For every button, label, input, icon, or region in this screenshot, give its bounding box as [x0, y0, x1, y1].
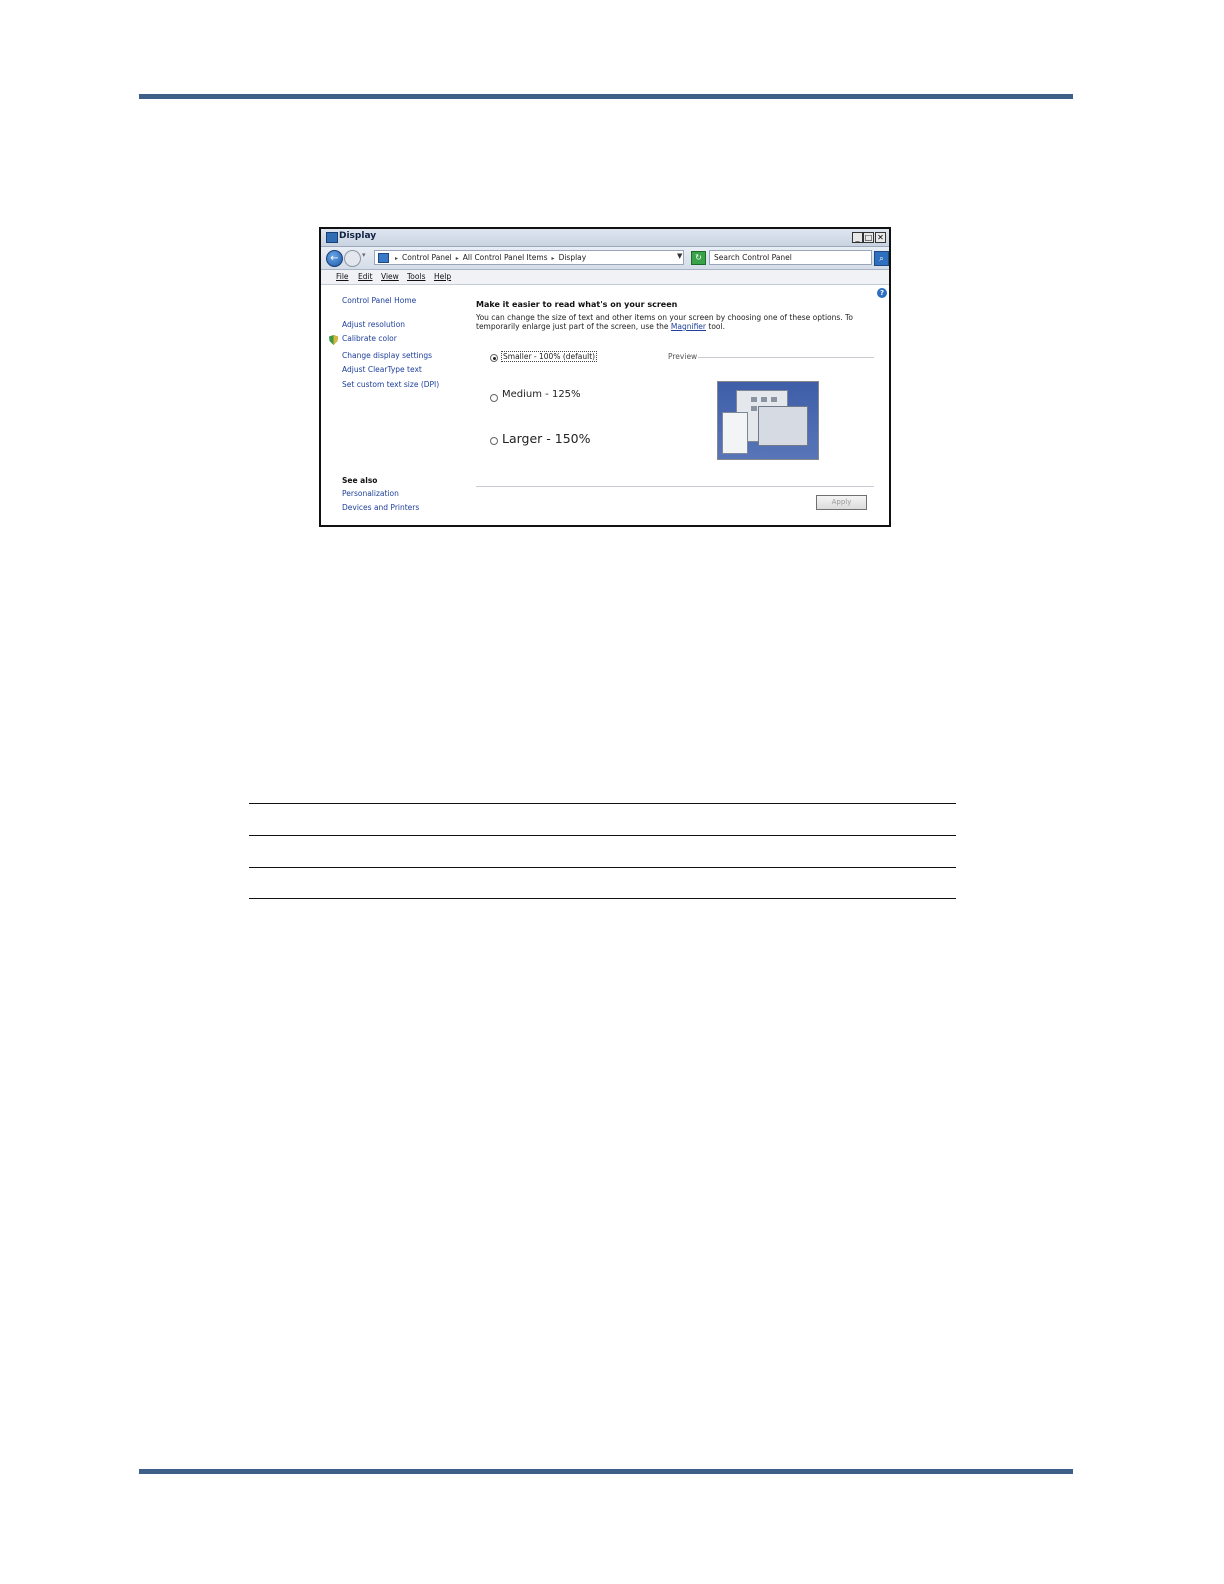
table-rule: [249, 835, 956, 836]
sidebar-item-adjust-cleartype[interactable]: Adjust ClearType text: [342, 365, 422, 374]
see-also-heading: See also: [342, 476, 378, 485]
table-rule: [249, 898, 956, 899]
sidebar-item-devices-and-printers[interactable]: Devices and Printers: [342, 503, 419, 512]
maximize-button[interactable]: □: [863, 232, 874, 243]
menu-tools[interactable]: Tools: [407, 272, 425, 281]
sidebar-item-change-display-settings[interactable]: Change display settings: [342, 351, 432, 360]
title-bar: Display _ □ ✕: [321, 229, 889, 247]
description-text-end: tool.: [706, 322, 725, 331]
sidebar-item-personalization[interactable]: Personalization: [342, 489, 399, 498]
preview-image: [717, 381, 819, 460]
search-icon[interactable]: ⌕: [874, 251, 889, 266]
menu-view[interactable]: View: [381, 272, 399, 281]
breadcrumb-arrow-icon[interactable]: ▸: [456, 255, 459, 262]
radio-smaller[interactable]: [490, 354, 498, 362]
breadcrumb-item-all-items[interactable]: All Control Panel Items: [463, 253, 548, 262]
search-input[interactable]: Search Control Panel: [709, 250, 872, 265]
page-header-rule: [139, 94, 1073, 99]
sidebar-item-adjust-resolution[interactable]: Adjust resolution: [342, 320, 405, 329]
table-rule: [249, 867, 956, 868]
menu-bar: File Edit View Tools Help: [321, 270, 889, 285]
recent-pages-dropdown-icon[interactable]: ▾: [362, 251, 366, 259]
radio-label-smaller[interactable]: Smaller - 100% (default): [501, 351, 598, 362]
breadcrumb-arrow-icon[interactable]: ▸: [395, 255, 398, 262]
help-icon[interactable]: ?: [877, 288, 887, 298]
magnifier-link[interactable]: Magnifier: [671, 322, 706, 331]
footer-divider: [476, 486, 874, 487]
sidebar-item-custom-text-size[interactable]: Set custom text size (DPI): [342, 380, 439, 389]
control-panel-icon: [378, 253, 389, 263]
sidebar-item-calibrate-color[interactable]: Calibrate color: [342, 334, 397, 343]
apply-button[interactable]: Apply: [816, 495, 867, 510]
radio-medium[interactable]: [490, 394, 498, 402]
display-settings-content: Control Panel Home Adjust resolution Cal…: [321, 285, 889, 525]
breadcrumb[interactable]: ▸ Control Panel ▸ All Control Panel Items ▸ D…: [374, 250, 684, 265]
display-app-icon: [326, 232, 338, 243]
menu-file[interactable]: File: [336, 272, 349, 281]
address-dropdown-icon[interactable]: ▼: [677, 252, 682, 260]
refresh-button[interactable]: ↻: [691, 251, 706, 265]
menu-edit[interactable]: Edit: [358, 272, 373, 281]
breadcrumb-item-control-panel[interactable]: Control Panel: [402, 253, 452, 262]
display-window: Display _ □ ✕ ← ▾ ▸ Control Panel ▸ All Con…: [319, 227, 891, 527]
window-title: Display: [339, 231, 377, 241]
breadcrumb-item-display[interactable]: Display: [559, 253, 587, 262]
radio-label-larger[interactable]: Larger - 150%: [502, 431, 591, 446]
minimize-button[interactable]: _: [852, 232, 863, 243]
page-footer-rule: [139, 1469, 1073, 1474]
sidebar-item-control-panel-home[interactable]: Control Panel Home: [342, 296, 416, 305]
back-button[interactable]: ←: [326, 250, 343, 267]
description-text: You can change the size of text and othe…: [476, 313, 853, 331]
table-rule: [249, 803, 956, 804]
preview-side-panel: [722, 412, 748, 454]
forward-button[interactable]: [344, 250, 361, 267]
radio-label-medium[interactable]: Medium - 125%: [502, 389, 581, 400]
preview-window-front: [758, 406, 808, 446]
close-button[interactable]: ✕: [875, 232, 886, 243]
preview-divider: [698, 357, 874, 358]
shield-icon: [329, 335, 338, 345]
breadcrumb-arrow-icon[interactable]: ▸: [552, 255, 555, 262]
menu-help[interactable]: Help: [434, 272, 451, 281]
preview-label: Preview: [668, 352, 698, 361]
radio-larger[interactable]: [490, 437, 498, 445]
page-description: You can change the size of text and othe…: [476, 313, 871, 331]
page-title: Make it easier to read what's on your sc…: [476, 300, 678, 309]
address-bar: ← ▾ ▸ Control Panel ▸ All Control Panel Ite…: [321, 247, 889, 270]
